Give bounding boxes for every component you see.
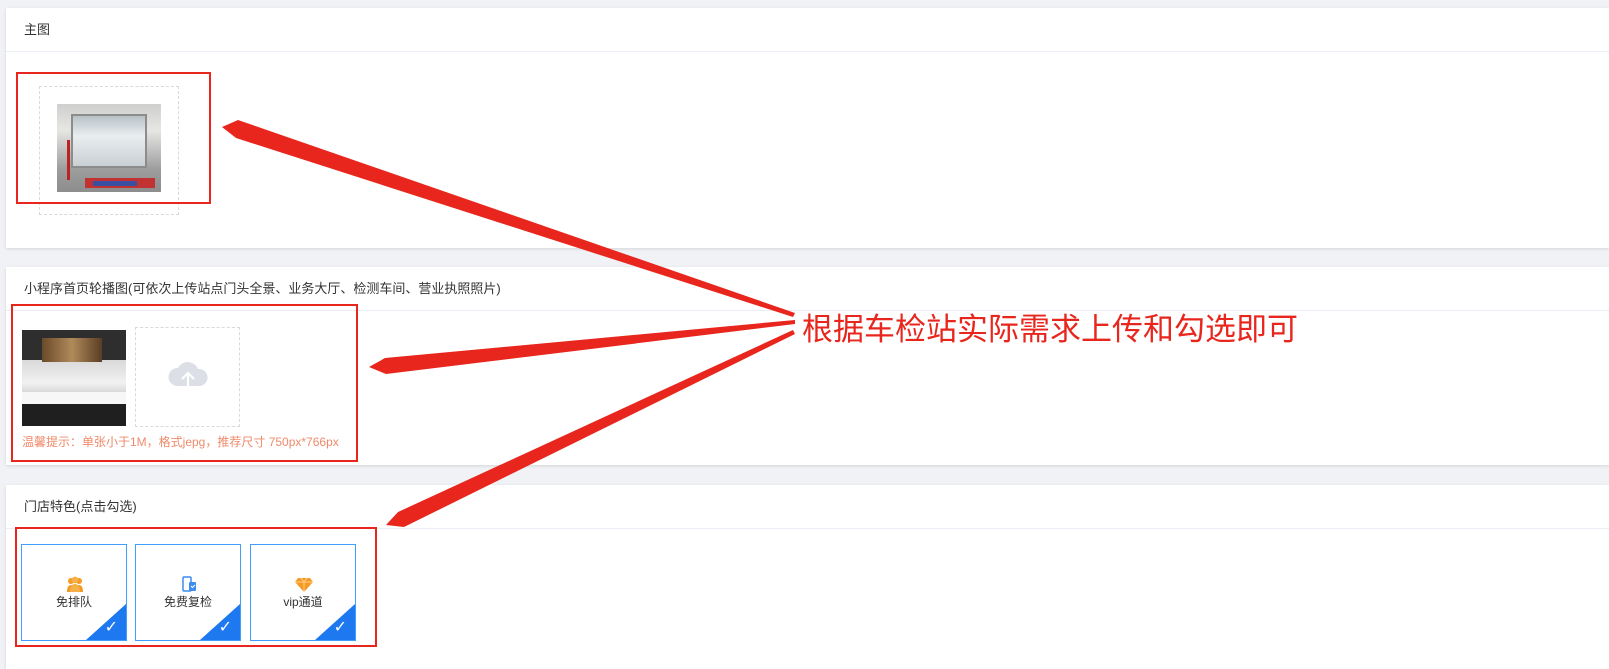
arrow-to-main-image xyxy=(222,120,795,317)
arrow-to-carousel xyxy=(369,320,795,374)
annotation-text: 根据车检站实际需求上传和勾选即可 xyxy=(802,312,1298,348)
